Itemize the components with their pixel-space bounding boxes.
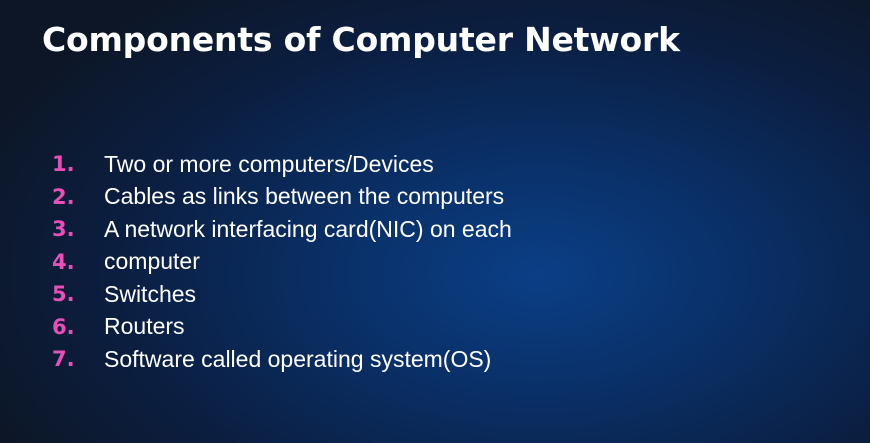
list-item-number: 2. xyxy=(52,184,75,209)
list-item: 2. Cables as links between the computers xyxy=(52,181,512,214)
list-item: 6. Routers xyxy=(52,311,512,344)
list-item-text: A network interfacing card(NIC) on each xyxy=(104,215,512,242)
list-item-number: 7. xyxy=(52,347,75,372)
list-item: 3. A network interfacing card(NIC) on ea… xyxy=(52,213,512,246)
list-item: 1. Two or more computers/Devices xyxy=(52,148,512,181)
list-item-text: Switches xyxy=(104,280,197,307)
list-item-text: Two or more computers/Devices xyxy=(104,150,434,177)
list-item: 4. computer xyxy=(52,246,512,279)
list-item-number: 1. xyxy=(52,152,75,177)
slide: Components of Computer Network 1. Two or… xyxy=(0,0,870,443)
components-list: 1. Two or more computers/Devices 2. Cabl… xyxy=(52,148,512,376)
list-item-number: 5. xyxy=(52,282,75,307)
list-item-text: computer xyxy=(104,248,200,275)
list-item: 7. Software called operating system(OS) xyxy=(52,343,512,376)
list-item-number: 6. xyxy=(52,314,75,339)
list-item-text: Software called operating system(OS) xyxy=(104,345,492,372)
slide-title: Components of Computer Network xyxy=(42,20,680,59)
list-item: 5. Switches xyxy=(52,278,512,311)
list-item-text: Cables as links between the computers xyxy=(104,183,505,210)
list-item-number: 3. xyxy=(52,217,75,242)
list-item-number: 4. xyxy=(52,249,75,274)
list-item-text: Routers xyxy=(104,313,185,340)
